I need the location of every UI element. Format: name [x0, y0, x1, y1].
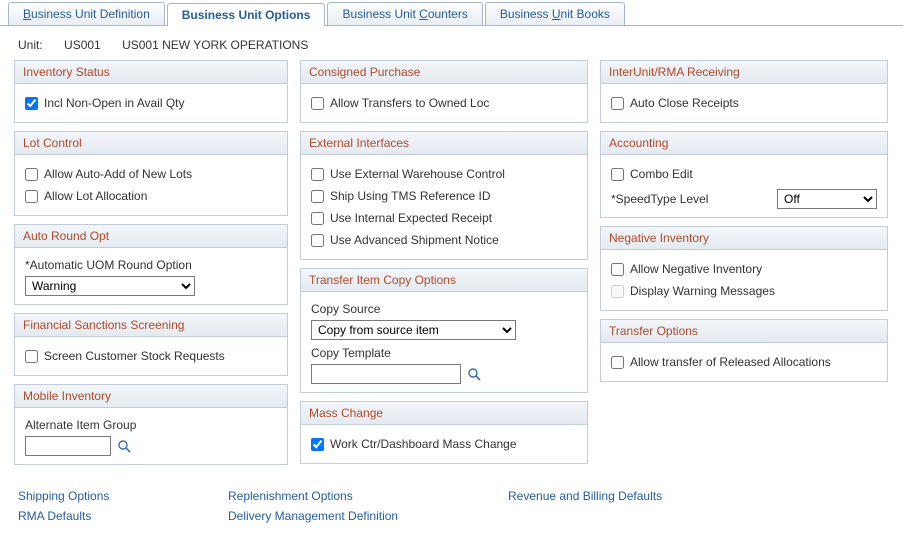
tab-business-unit-books[interactable]: Business Unit Books — [485, 2, 625, 25]
checkbox-use-asn[interactable] — [311, 234, 324, 247]
bottom-links: Shipping Options RMA Defaults Replenishm… — [0, 485, 903, 539]
input-alternate-item-group[interactable] — [25, 436, 111, 456]
field-allow-negative-inventory[interactable]: Allow Negative Inventory — [611, 258, 877, 280]
checkbox-incl-non-open[interactable] — [25, 97, 38, 110]
group-header: Lot Control — [15, 132, 287, 155]
field-allow-transfer-released-alloc[interactable]: Allow transfer of Released Allocations — [611, 351, 877, 373]
field-ship-using-tms[interactable]: Ship Using TMS Reference ID — [311, 185, 577, 207]
select-speedtype-level[interactable]: Off — [777, 189, 877, 209]
group-header: Accounting — [601, 132, 887, 155]
tab-business-unit-options[interactable]: Business Unit Options — [167, 3, 326, 26]
unit-row: Unit: US001 US001 NEW YORK OPERATIONS — [0, 26, 903, 60]
group-header: Consigned Purchase — [301, 61, 587, 84]
unit-name: US001 NEW YORK OPERATIONS — [122, 38, 308, 52]
field-combo-edit[interactable]: Combo Edit — [611, 163, 877, 185]
group-header: Negative Inventory — [601, 227, 887, 250]
group-transfer-options: Transfer Options Allow transfer of Relea… — [600, 319, 888, 382]
label-alternate-item-group: Alternate Item Group — [25, 416, 277, 436]
checkbox-use-external-warehouse[interactable] — [311, 168, 324, 181]
field-auto-close-receipts[interactable]: Auto Close Receipts — [611, 92, 877, 114]
checkbox-allow-negative-inventory[interactable] — [611, 263, 624, 276]
group-inventory-status: Inventory Status Incl Non-Open in Avail … — [14, 60, 288, 123]
tab-business-unit-definition[interactable]: Business Unit Definition — [8, 2, 165, 25]
group-header: Auto Round Opt — [15, 225, 287, 248]
checkbox-display-warning-messages[interactable] — [611, 285, 624, 298]
field-screen-customer-stock[interactable]: Screen Customer Stock Requests — [25, 345, 277, 367]
group-auto-round-opt: Auto Round Opt *Automatic UOM Round Opti… — [14, 224, 288, 305]
field-allow-transfers-owned-loc[interactable]: Allow Transfers to Owned Loc — [311, 92, 577, 114]
group-header: Transfer Options — [601, 320, 887, 343]
field-use-internal-expected-receipt[interactable]: Use Internal Expected Receipt — [311, 207, 577, 229]
field-display-warning-messages[interactable]: Display Warning Messages — [611, 280, 877, 302]
field-incl-non-open[interactable]: Incl Non-Open in Avail Qty — [25, 92, 277, 114]
checkbox-use-internal-expected-receipt[interactable] — [311, 212, 324, 225]
link-delivery-management-definition[interactable]: Delivery Management Definition — [228, 509, 398, 523]
checkbox-auto-close-receipts[interactable] — [611, 97, 624, 110]
checkbox-work-ctr-mass-change[interactable] — [311, 438, 324, 451]
checkbox-lot-allocation[interactable] — [25, 190, 38, 203]
tab-business-unit-counters[interactable]: Business Unit Counters — [327, 2, 482, 25]
group-header: Mass Change — [301, 402, 587, 425]
group-header: Financial Sanctions Screening — [15, 314, 287, 337]
field-use-external-warehouse[interactable]: Use External Warehouse Control — [311, 163, 577, 185]
select-auto-uom-round[interactable]: Warning — [25, 276, 195, 296]
checkbox-auto-add-lots[interactable] — [25, 168, 38, 181]
group-header: Transfer Item Copy Options — [301, 269, 587, 292]
link-rma-defaults[interactable]: RMA Defaults — [18, 509, 91, 523]
group-external-interfaces: External Interfaces Use External Warehou… — [300, 131, 588, 260]
group-header: Mobile Inventory — [15, 385, 287, 408]
group-accounting: Accounting Combo Edit *SpeedType Level O… — [600, 131, 888, 218]
link-revenue-billing-defaults[interactable]: Revenue and Billing Defaults — [508, 489, 662, 503]
input-copy-template[interactable] — [311, 364, 461, 384]
group-mobile-inventory: Mobile Inventory Alternate Item Group — [14, 384, 288, 465]
group-header: InterUnit/RMA Receiving — [601, 61, 887, 84]
group-header: External Interfaces — [301, 132, 587, 155]
field-allow-lot-allocation[interactable]: Allow Lot Allocation — [25, 185, 277, 207]
checkbox-combo-edit[interactable] — [611, 168, 624, 181]
lookup-icon[interactable] — [467, 367, 481, 381]
label-speedtype-level: *SpeedType Level — [611, 192, 708, 206]
group-interunit-rma-receiving: InterUnit/RMA Receiving Auto Close Recei… — [600, 60, 888, 123]
group-transfer-item-copy-options: Transfer Item Copy Options Copy Source C… — [300, 268, 588, 393]
field-use-asn[interactable]: Use Advanced Shipment Notice — [311, 229, 577, 251]
label-copy-template: Copy Template — [311, 344, 577, 364]
checkbox-allow-transfer-released-alloc[interactable] — [611, 356, 624, 369]
field-work-ctr-mass-change[interactable]: Work Ctr/Dashboard Mass Change — [311, 433, 577, 455]
lookup-icon[interactable] — [117, 439, 131, 453]
group-negative-inventory: Negative Inventory Allow Negative Invent… — [600, 226, 888, 311]
select-copy-source[interactable]: Copy from source item — [311, 320, 516, 340]
tab-strip: Business Unit Definition Business Unit O… — [0, 0, 903, 26]
checkbox-allow-transfers-owned-loc[interactable] — [311, 97, 324, 110]
checkbox-screen-customer-stock[interactable] — [25, 350, 38, 363]
link-replenishment-options[interactable]: Replenishment Options — [228, 489, 353, 503]
group-consigned-purchase: Consigned Purchase Allow Transfers to Ow… — [300, 60, 588, 123]
group-lot-control: Lot Control Allow Auto-Add of New Lots A… — [14, 131, 288, 216]
group-mass-change: Mass Change Work Ctr/Dashboard Mass Chan… — [300, 401, 588, 464]
unit-code: US001 — [64, 38, 101, 52]
link-shipping-options[interactable]: Shipping Options — [18, 489, 109, 503]
group-header: Inventory Status — [15, 61, 287, 84]
checkbox-ship-using-tms[interactable] — [311, 190, 324, 203]
field-allow-auto-add-lots[interactable]: Allow Auto-Add of New Lots — [25, 163, 277, 185]
group-financial-sanctions-screening: Financial Sanctions Screening Screen Cus… — [14, 313, 288, 376]
label-auto-uom-round: *Automatic UOM Round Option — [25, 256, 277, 276]
label-copy-source: Copy Source — [311, 300, 577, 320]
unit-label: Unit: — [18, 38, 43, 52]
